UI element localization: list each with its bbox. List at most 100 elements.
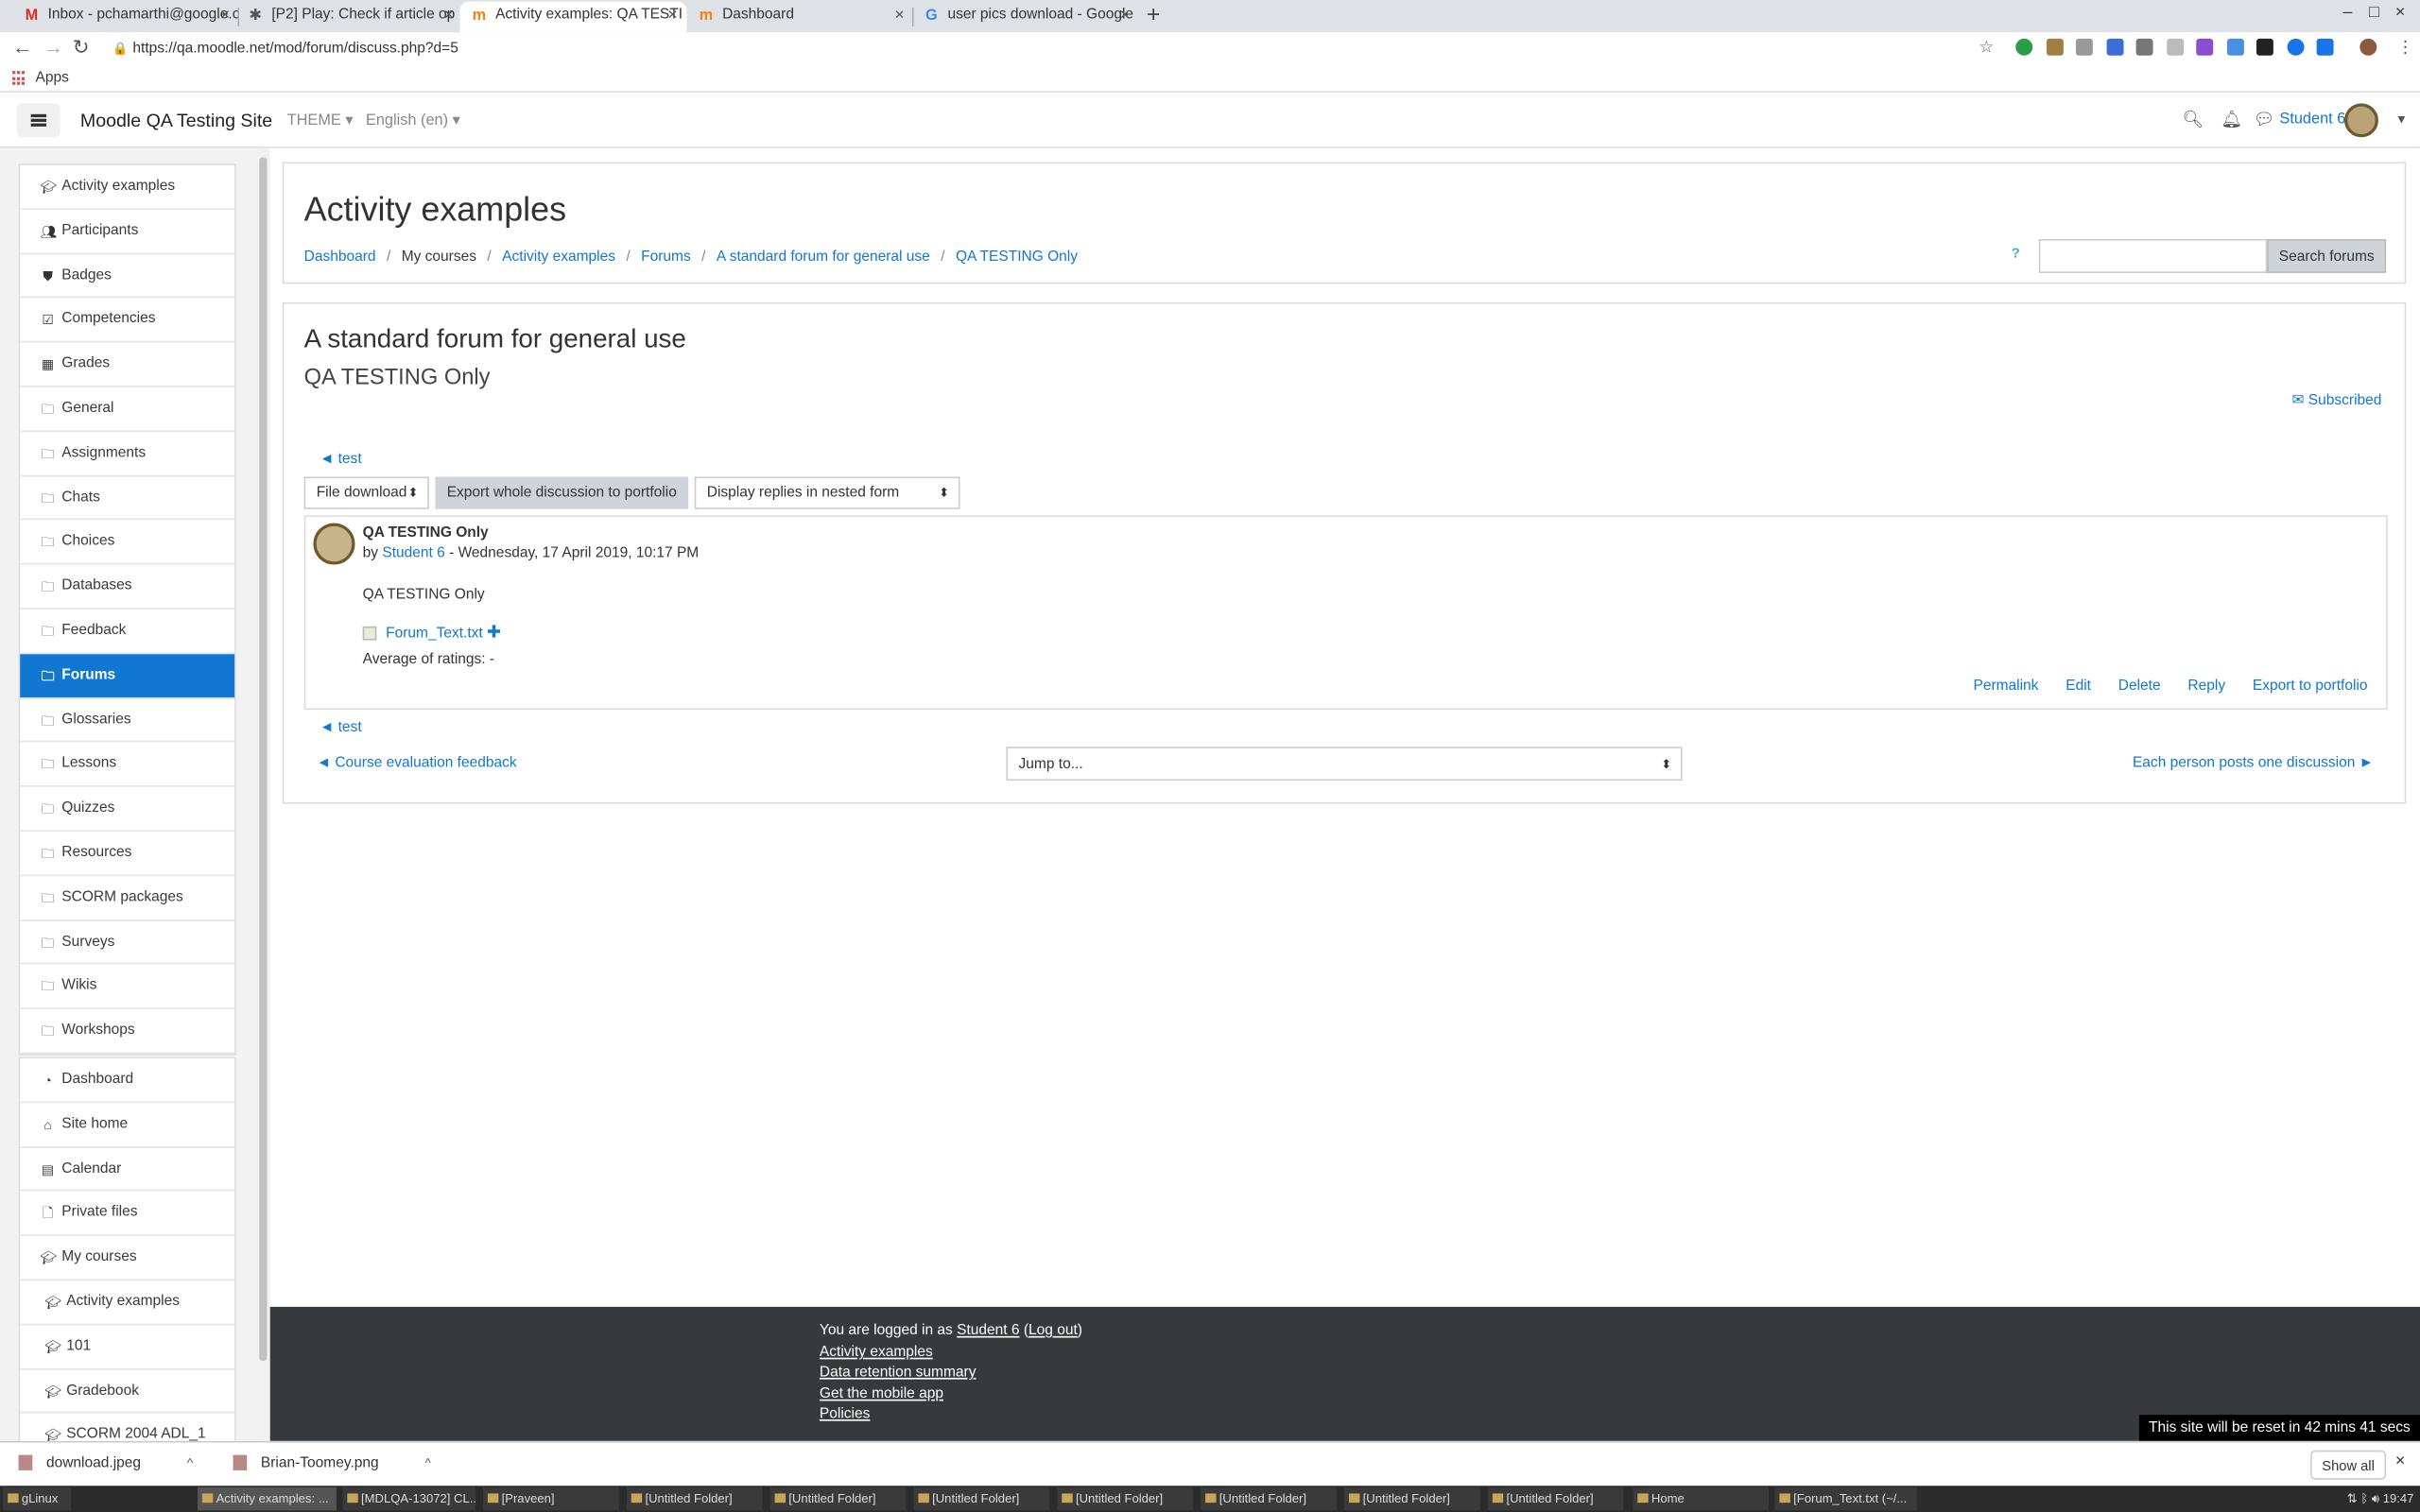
export-to-portfolio-link[interactable]: Export to portfolio [2253, 678, 2368, 695]
nav-item-feedback[interactable]: 🗀 Feedback [20, 610, 235, 654]
data-retention-link[interactable]: Data retention summary [820, 1364, 977, 1381]
close-tab-icon[interactable]: × [220, 2, 231, 29]
nav-item-dashboard[interactable]: ◔ Dashboard [20, 1058, 235, 1104]
attachment-link[interactable]: Forum_Text.txt [386, 625, 483, 642]
close-shelf-icon[interactable]: × [2395, 1452, 2406, 1470]
search-forums-button[interactable]: Search forums [2267, 239, 2387, 273]
nav-item-101[interactable]: 🎓︎ 101 [20, 1325, 235, 1370]
taskbar-item[interactable]: [Praveen] [483, 1486, 619, 1511]
taskbar-item[interactable]: [Forum_Text.txt (~/... [1774, 1486, 1917, 1511]
portfolio-format-select[interactable]: File download ⬍ [303, 476, 429, 509]
taskbar-item[interactable]: gLinux [3, 1486, 72, 1511]
extension-icon[interactable] [2256, 38, 2273, 56]
profile-avatar-icon[interactable] [2360, 38, 2377, 56]
breadcrumb-forum[interactable]: A standard forum for general use [717, 249, 930, 266]
maximize-icon[interactable]: □ [2369, 3, 2379, 22]
nav-item-surveys[interactable]: 🗀 Surveys [20, 920, 235, 965]
extension-icon[interactable] [2196, 38, 2214, 56]
nav-item-glossaries[interactable]: 🗀 Glossaries [20, 698, 235, 743]
show-all-downloads-button[interactable]: Show all [2310, 1450, 2387, 1480]
nav-item-resources[interactable]: 🗀 Resources [20, 832, 235, 876]
drawer-toggle-button[interactable] [16, 103, 60, 138]
browser-tab-dashboard[interactable]: m Dashboard × [687, 2, 914, 33]
taskbar-item[interactable]: Home [1633, 1486, 1770, 1511]
extension-icon[interactable] [2015, 38, 2033, 56]
prev-activity-link[interactable]: ◄ Course evaluation feedback [317, 754, 517, 771]
taskbar-item[interactable]: [MDLQA-13072] CL... [342, 1486, 475, 1511]
nav-item-activity-examples[interactable]: 🎓︎ Activity examples [20, 165, 235, 210]
taskbar-item[interactable]: [Untitled Folder] [626, 1486, 763, 1511]
extension-icon[interactable] [2167, 38, 2185, 56]
nav-item-workshops[interactable]: 🗀 Workshops [20, 1009, 235, 1054]
nav-item-assignments[interactable]: 🗀 Assignments [20, 432, 235, 476]
forward-icon[interactable]: → [43, 36, 63, 60]
nav-item-my-courses[interactable]: 🎓︎ My courses [20, 1236, 235, 1281]
nav-item-badges[interactable]: ⛊ Badges [20, 254, 235, 299]
extension-icon[interactable] [2046, 38, 2064, 56]
breadcrumb-activity-examples[interactable]: Activity examples [502, 249, 615, 266]
help-icon[interactable]: ? [2008, 246, 2023, 261]
export-discussion-button[interactable]: Export whole discussion to portfolio [435, 476, 689, 509]
nav-item-grades[interactable]: ▦ Grades [20, 343, 235, 387]
url-field[interactable]: 🔒 https://qa.moodle.net/mod/forum/discus… [101, 35, 2000, 62]
prev-discussion-link[interactable]: ◄ test [320, 451, 362, 468]
messages-icon[interactable]: 💬︎ [2254, 110, 2275, 130]
next-activity-link[interactable]: Each person posts one discussion ► [2133, 754, 2374, 771]
edit-link[interactable]: Edit [2066, 678, 2091, 695]
download-item[interactable]: Brian-Toomey.png ^ [233, 1455, 431, 1472]
chevron-up-icon[interactable]: ^ [187, 1456, 193, 1470]
nav-item-quizzes[interactable]: 🗀 Quizzes [20, 787, 235, 832]
extension-icon[interactable] [2106, 38, 2124, 56]
nav-item-general[interactable]: 🗀 General [20, 387, 235, 432]
author-avatar[interactable] [313, 523, 355, 565]
breadcrumb-dashboard[interactable]: Dashboard [304, 249, 376, 266]
jump-to-select[interactable]: Jump to... ⬍ [1006, 747, 1683, 782]
browser-menu-icon[interactable]: ⋮ [2397, 36, 2414, 60]
theme-menu[interactable]: THEME ▾ [287, 112, 354, 129]
reply-link[interactable]: Reply [2187, 678, 2225, 695]
extension-icon[interactable] [2135, 38, 2153, 56]
taskbar-item[interactable]: [Untitled Folder] [913, 1486, 1050, 1511]
site-name[interactable]: Moodle QA Testing Site [80, 110, 272, 131]
taskbar-item[interactable]: [Untitled Folder] [1057, 1486, 1194, 1511]
back-icon[interactable]: ← [12, 36, 32, 60]
delete-link[interactable]: Delete [2118, 678, 2161, 695]
nav-item-competencies[interactable]: ☑ Competencies [20, 299, 235, 343]
extension-icon[interactable] [2226, 38, 2244, 56]
download-item[interactable]: download.jpeg ^ [18, 1455, 194, 1472]
taskbar-item[interactable]: [Untitled Folder] [1201, 1486, 1337, 1511]
subscribed-toggle[interactable]: ✉ Subscribed [2291, 392, 2381, 409]
display-mode-select[interactable]: Display replies in nested form ⬍ [694, 476, 960, 509]
logout-link[interactable]: Log out [1028, 1322, 1078, 1339]
next-discussion-link[interactable]: ◄ test [320, 719, 362, 736]
browser-tab-gmail[interactable]: M Inbox - pchamarthi@google.c × [12, 2, 240, 33]
nav-item-scorm-2004-adl-1[interactable]: 🎓︎ SCORM 2004 ADL_1 [20, 1414, 234, 1441]
nav-item-private-files[interactable]: 🗋 Private files [20, 1192, 235, 1237]
nav-item-lessons[interactable]: 🗀 Lessons [20, 743, 235, 787]
breadcrumb-forums[interactable]: Forums [641, 249, 691, 266]
bookmark-star-icon[interactable]: ☆ [1979, 36, 1994, 62]
nav-item-activity-examples[interactable]: 🎓︎ Activity examples [20, 1280, 235, 1326]
browser-tab-activity-examples[interactable]: m Activity examples: QA TESTI × [459, 1, 687, 33]
chevron-up-icon[interactable]: ^ [425, 1456, 431, 1470]
taskbar-item[interactable]: Activity examples: ... [197, 1486, 337, 1511]
policies-link[interactable]: Policies [820, 1405, 870, 1422]
close-tab-icon[interactable]: × [443, 2, 454, 29]
chevron-down-icon[interactable]: ▼ [2395, 112, 2408, 127]
browser-tab-bug[interactable]: ✱ [P2] Play: Check if article op × [236, 2, 463, 33]
nav-item-gradebook[interactable]: 🎓︎ Gradebook [20, 1369, 235, 1415]
nav-item-calendar[interactable]: ▤ Calendar [20, 1147, 235, 1193]
nav-item-chats[interactable]: 🗀 Chats [20, 476, 235, 521]
user-menu-name[interactable]: Student 6 [2279, 112, 2345, 129]
search-icon[interactable]: 🔍︎ [2183, 110, 2204, 130]
nav-item-participants[interactable]: 👥︎ Participants [20, 210, 235, 254]
nav-item-forums[interactable]: 🗀 Forums [20, 653, 235, 698]
nav-item-scorm-packages[interactable]: 🗀 SCORM packages [20, 876, 235, 920]
taskbar-item[interactable]: [Untitled Folder] [769, 1486, 907, 1511]
language-menu[interactable]: English (en) ▾ [366, 112, 460, 129]
drawer-scrollbar[interactable] [256, 147, 270, 1441]
taskbar-item[interactable]: [Untitled Folder] [1487, 1486, 1624, 1511]
nav-item-wikis[interactable]: 🗀 Wikis [20, 965, 235, 1009]
taskbar-item[interactable]: [Untitled Folder] [1344, 1486, 1480, 1511]
new-tab-button[interactable]: + [1147, 0, 1160, 31]
